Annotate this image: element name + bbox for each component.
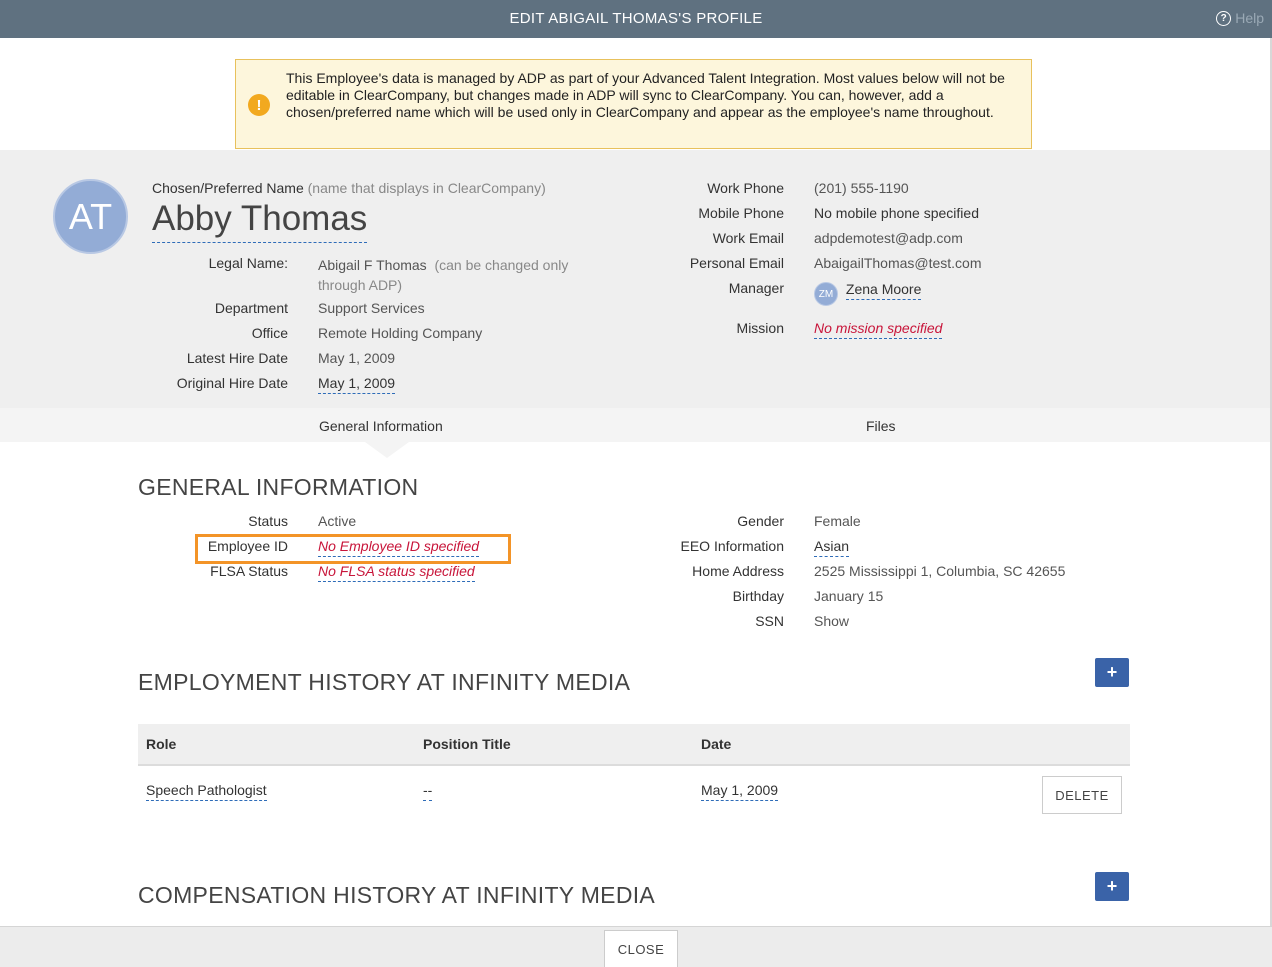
table-header: Role Position Title Date — [138, 724, 1130, 766]
date-field[interactable]: May 1, 2009 — [701, 782, 779, 801]
chosen-name-label: Chosen/Preferred Name (name that display… — [152, 180, 546, 196]
profile-tabs: General Information Files — [0, 408, 1272, 442]
gender-label: Gender — [737, 513, 784, 529]
help-icon: ? — [1216, 10, 1232, 26]
help-label: Help — [1235, 10, 1264, 26]
legal-name-label: Legal Name: — [208, 255, 288, 271]
add-employment-button[interactable]: + — [1095, 658, 1129, 687]
birthday-value: January 15 — [814, 588, 884, 604]
eeo-field[interactable]: Asian — [814, 538, 850, 557]
role-field[interactable]: Speech Pathologist — [146, 782, 267, 801]
employment-history-table: Role Position Title Date Speech Patholog… — [138, 724, 1130, 822]
delete-button[interactable]: DELETE — [1042, 776, 1122, 814]
help-link[interactable]: ? Help — [1216, 10, 1264, 26]
dialog-title: EDIT ABIGAIL THOMAS'S PROFILE — [509, 10, 763, 27]
mobile-phone-label: Mobile Phone — [698, 205, 784, 221]
general-information-title: GENERAL INFORMATION — [138, 474, 419, 500]
work-email-value: adpdemotest@adp.com — [814, 230, 963, 246]
add-compensation-button[interactable]: + — [1095, 872, 1129, 901]
avatar: AT — [53, 179, 128, 254]
position-title-field[interactable]: -- — [423, 782, 433, 801]
gender-value: Female — [814, 513, 861, 529]
office-label: Office — [251, 325, 288, 341]
home-address-label: Home Address — [692, 563, 784, 579]
profile-header: AT Chosen/Preferred Name (name that disp… — [0, 150, 1272, 408]
status-value: Active — [318, 513, 357, 529]
birthday-label: Birthday — [732, 588, 784, 604]
office-value: Remote Holding Company — [318, 325, 483, 341]
work-email-label: Work Email — [712, 230, 784, 246]
mobile-phone-value: No mobile phone specified — [814, 205, 979, 221]
compensation-history-title: COMPENSATION HISTORY AT INFINITY MEDIA — [138, 882, 656, 908]
column-role: Role — [146, 736, 177, 752]
manager-field[interactable]: ZM Zena Moore — [814, 280, 922, 306]
mission-field[interactable]: No mission specified — [814, 320, 943, 339]
work-phone-value: (201) 555-1190 — [814, 180, 909, 196]
title-bar: EDIT ABIGAIL THOMAS'S PROFILE ? Help — [0, 0, 1272, 38]
latest-hire-label: Latest Hire Date — [186, 350, 288, 366]
original-hire-field[interactable]: May 1, 2009 — [318, 375, 396, 394]
table-row: Speech Pathologist -- May 1, 2009 DELETE — [138, 766, 1130, 822]
manager-name[interactable]: Zena Moore — [845, 280, 922, 300]
column-date: Date — [701, 736, 732, 752]
personal-email-value: AbaigailThomas@test.com — [814, 255, 982, 271]
work-phone-label: Work Phone — [707, 180, 784, 196]
adp-info-alert: ! This Employee's data is managed by ADP… — [235, 59, 1032, 149]
active-tab-pointer — [365, 442, 409, 458]
flsa-status-label: FLSA Status — [210, 563, 288, 579]
home-address-value: 2525 Mississippi 1, Columbia, SC 42655 — [814, 563, 1066, 579]
latest-hire-value: May 1, 2009 — [318, 350, 396, 366]
status-label: Status — [248, 513, 288, 529]
tab-general-information[interactable]: General Information — [319, 418, 443, 434]
manager-label: Manager — [728, 280, 784, 296]
mission-label: Mission — [736, 320, 784, 336]
personal-email-label: Personal Email — [689, 255, 784, 271]
manager-avatar: ZM — [814, 282, 838, 306]
legal-name-value: Abigail F Thomas (can be changed only th… — [318, 257, 569, 293]
warning-icon: ! — [248, 94, 270, 116]
dialog-footer: CLOSE — [0, 926, 1272, 967]
original-hire-label: Original Hire Date — [176, 375, 288, 391]
column-position-title: Position Title — [423, 736, 511, 752]
alert-message: This Employee's data is managed by ADP a… — [286, 70, 1005, 120]
eeo-label: EEO Information — [680, 538, 785, 554]
tab-files[interactable]: Files — [866, 418, 896, 434]
ssn-label: SSN — [755, 613, 784, 629]
flsa-status-field[interactable]: No FLSA status specified — [318, 563, 475, 582]
department-value: Support Services — [318, 300, 425, 316]
close-button[interactable]: CLOSE — [604, 930, 678, 967]
ssn-show-link[interactable]: Show — [814, 613, 849, 629]
chosen-name-field[interactable]: Abby Thomas — [152, 198, 368, 243]
employee-id-highlight — [195, 534, 511, 564]
department-label: Department — [214, 300, 288, 316]
employment-history-title: EMPLOYMENT HISTORY AT INFINITY MEDIA — [138, 669, 631, 695]
